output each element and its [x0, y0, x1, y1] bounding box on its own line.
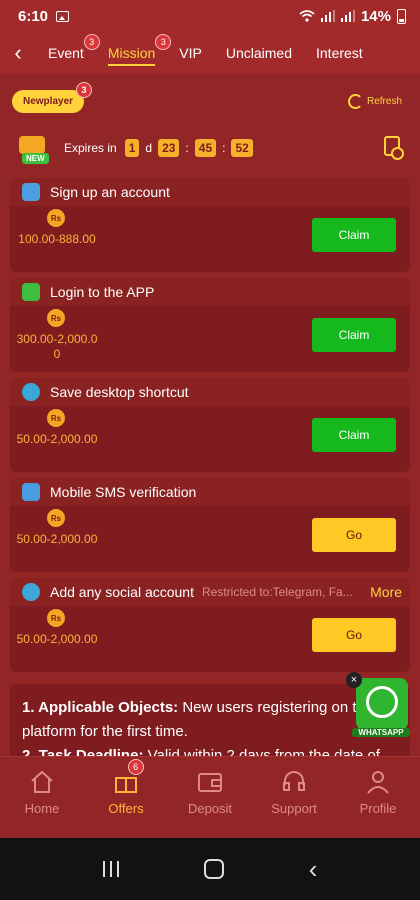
expires-minutes: 45: [194, 139, 217, 157]
tab-mission[interactable]: Mission 3: [96, 32, 172, 74]
claim-button[interactable]: Claim: [312, 418, 396, 452]
task-restriction: Restricted to:Telegram, Fa...: [201, 585, 353, 599]
offers-badge: 6: [127, 759, 144, 775]
nav-deposit[interactable]: Deposit: [168, 757, 252, 838]
days-unit: d: [145, 141, 153, 155]
tab-event[interactable]: Event 3: [36, 32, 100, 74]
task-card: Sign up an account Rs 100.00-888.00 Clai…: [10, 178, 410, 272]
task-reward: 50.00-2,000.00: [16, 632, 98, 646]
nav-profile[interactable]: Profile: [336, 757, 420, 838]
rupee-coin-icon: Rs: [47, 209, 65, 227]
new-gift-icon: NEW: [14, 130, 52, 166]
recents-icon[interactable]: [102, 861, 119, 877]
globe-icon: [22, 383, 40, 401]
nav-offers[interactable]: 6 Offers: [84, 757, 168, 838]
headset-icon: [283, 771, 305, 791]
tab-unclaimed[interactable]: Unclaimed: [214, 32, 304, 74]
task-reward: 50.00-2,000.00: [16, 532, 98, 546]
time-separator: :: [222, 141, 226, 155]
mission-content[interactable]: Newplayer 3 Refresh NEW Expires in 1 d 2…: [0, 74, 420, 756]
whatsapp-float-button[interactable]: WHATSAPP ×: [346, 672, 410, 738]
nav-support[interactable]: Support: [252, 757, 336, 838]
close-icon[interactable]: ×: [346, 672, 362, 688]
app-login-icon: [22, 283, 40, 301]
expires-days: 1: [124, 139, 140, 157]
rule-2-text: Valid within 2 days from the date of: [143, 747, 380, 756]
rupee-coin-icon: Rs: [47, 309, 65, 327]
whatsapp-label: WHATSAPP: [352, 728, 410, 737]
image-notification-icon: [56, 10, 70, 22]
rule-2-title: 2. Task Deadline:: [22, 747, 144, 756]
rupee-coin-icon: Rs: [47, 509, 65, 527]
task-title: Add any social account: [50, 584, 194, 600]
claim-button[interactable]: Claim: [312, 218, 396, 252]
wifi-icon: [299, 10, 315, 22]
status-bar: 6:10 14%: [0, 0, 420, 32]
refresh-button[interactable]: Refresh: [347, 94, 402, 109]
person-icon: [367, 771, 389, 794]
task-title: Login to the APP: [50, 284, 155, 300]
refresh-icon: [347, 94, 363, 109]
tab-vip[interactable]: VIP: [167, 32, 214, 74]
rule-1-title: 1. Applicable Objects:: [22, 699, 179, 716]
social-icon: [22, 583, 40, 601]
task-card: Mobile SMS verification Rs 50.00-2,000.0…: [10, 478, 410, 572]
back-icon[interactable]: ‹: [0, 40, 36, 66]
home-button-icon[interactable]: [203, 859, 224, 879]
home-icon: [31, 770, 53, 793]
wallet-icon: [198, 773, 222, 792]
newplayer-filter-button[interactable]: Newplayer 3: [12, 82, 93, 113]
history-icon[interactable]: [384, 136, 404, 160]
signal-icon-2: [340, 10, 355, 22]
task-reward: 50.00-2,000.00: [16, 432, 98, 446]
go-button[interactable]: Go: [312, 618, 396, 652]
rupee-coin-icon: Rs: [47, 409, 65, 427]
system-back-icon[interactable]: ‹: [309, 854, 318, 885]
battery-percent: 14%: [360, 7, 391, 25]
tab-bar: ‹ Event 3 Mission 3 VIP Unclaimed Intere…: [0, 32, 420, 74]
signal-icon-1: [320, 10, 335, 22]
battery-icon: [397, 8, 406, 24]
newplayer-badge: 3: [76, 82, 93, 98]
more-link[interactable]: More: [370, 584, 402, 600]
status-time: 6:10: [18, 7, 49, 25]
sms-phone-icon: [22, 483, 40, 501]
expiry-row: NEW Expires in 1 d 23 : 45 : 52: [0, 124, 420, 172]
expires-seconds: 52: [231, 139, 253, 157]
task-title: Mobile SMS verification: [50, 484, 197, 500]
task-reward: 300.00-2,000.00: [16, 332, 98, 361]
bottom-nav: Home 6 Offers Deposit Support Profile: [0, 756, 420, 838]
expires-label: Expires in: [64, 141, 117, 155]
task-card: Login to the APP Rs 300.00-2,000.00 Clai…: [10, 278, 410, 372]
task-card: Add any social account Restricted to:Tel…: [10, 578, 410, 672]
go-button[interactable]: Go: [312, 518, 396, 552]
system-nav-bar: ‹: [0, 838, 420, 900]
task-title: Sign up an account: [50, 184, 170, 200]
tab-interest[interactable]: Interest: [304, 32, 375, 74]
task-title: Save desktop shortcut: [50, 384, 189, 400]
rupee-coin-icon: Rs: [47, 609, 65, 627]
claim-button[interactable]: Claim: [312, 318, 396, 352]
nav-home[interactable]: Home: [0, 757, 84, 838]
task-reward: 100.00-888.00: [18, 232, 96, 246]
rules-section: 1. Applicable Objects: New users registe…: [10, 684, 410, 756]
time-separator: :: [185, 141, 189, 155]
expires-hours: 23: [158, 139, 180, 157]
phone-check-icon: [22, 183, 40, 201]
task-card: Save desktop shortcut Rs 50.00-2,000.00 …: [10, 378, 410, 472]
